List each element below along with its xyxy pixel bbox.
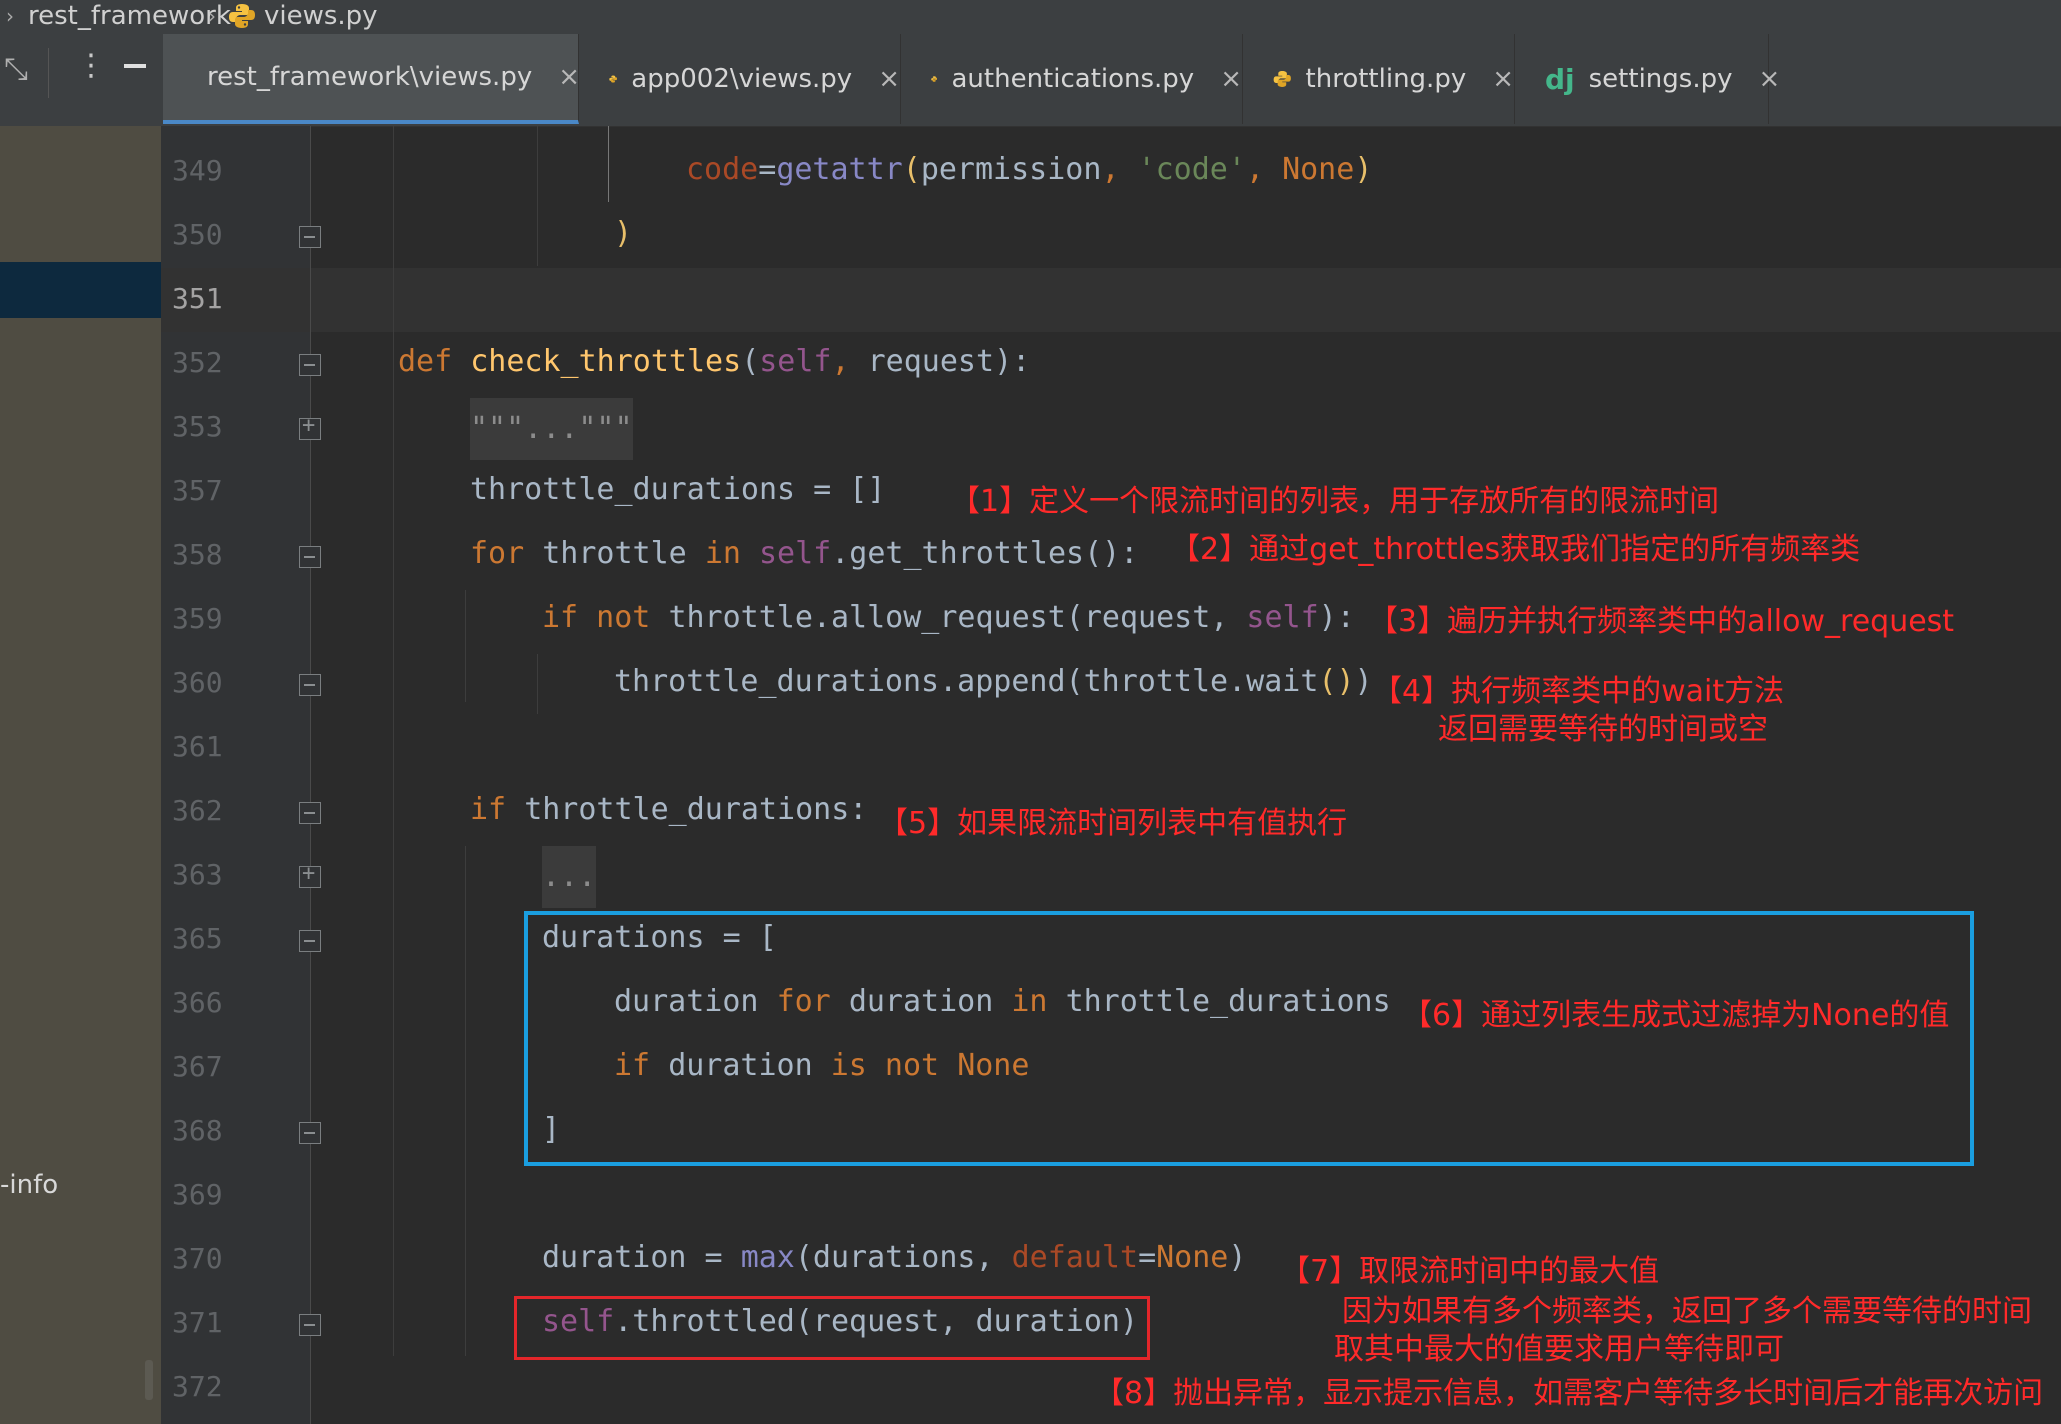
tab-rest-framework-views[interactable]: rest_framework\views.py ×	[163, 34, 580, 124]
annotation-2: 【2】通过get_throttles获取我们指定的所有频率类	[1170, 532, 1861, 567]
line-number[interactable]: 358	[172, 538, 242, 571]
line-number[interactable]: 367	[172, 1050, 242, 1083]
indent-guide	[465, 590, 466, 702]
fold-collapse-icon[interactable]	[299, 1314, 321, 1336]
line-number[interactable]: 351	[172, 282, 242, 315]
current-line-highlight	[161, 268, 2061, 332]
line-number[interactable]: 369	[172, 1178, 242, 1211]
breadcrumb-file[interactable]: views.py	[264, 0, 378, 32]
fold-expand-icon[interactable]	[299, 413, 321, 440]
tab-label: rest_framework\views.py	[207, 62, 533, 92]
collapse-icon[interactable]: ⤡	[4, 52, 28, 87]
code-line-359[interactable]: if not throttle.allow_request(request, s…	[542, 600, 1355, 635]
line-number[interactable]: 368	[172, 1114, 242, 1147]
indent-guide	[608, 126, 609, 202]
line-number[interactable]: 360	[172, 666, 242, 699]
toolbar-separator	[48, 48, 49, 98]
tab-app002-views[interactable]: app002\views.py ×	[579, 34, 901, 124]
annotation-4-line2: 返回需要等待的时间或空	[1438, 712, 1768, 747]
fold-collapse-icon[interactable]	[299, 802, 321, 824]
fold-collapse-icon[interactable]	[299, 546, 321, 568]
fold-guide-line	[310, 126, 311, 1424]
line-number[interactable]: 350	[172, 218, 242, 251]
project-panel	[0, 34, 161, 1424]
django-icon: dj	[1545, 62, 1575, 96]
minimize-icon[interactable]	[124, 64, 146, 68]
annotation-3: 【3】遍历并执行频率类中的allow_request	[1368, 604, 1955, 639]
python-icon	[931, 76, 938, 82]
line-number[interactable]: 365	[172, 922, 242, 955]
chevron-right-icon: ›	[6, 4, 14, 28]
panel-scrollbar[interactable]	[145, 1360, 153, 1400]
fold-expand-icon[interactable]	[299, 861, 321, 888]
code-line-357[interactable]: throttle_durations = []	[470, 472, 885, 507]
folded-docstring[interactable]: """..."""	[470, 398, 633, 460]
line-number[interactable]: 366	[172, 986, 242, 1019]
close-icon[interactable]: ×	[878, 64, 900, 94]
close-icon[interactable]: ×	[1758, 64, 1780, 94]
fold-collapse-icon[interactable]	[299, 930, 321, 952]
code-line-349[interactable]: code=getattr(permission, 'code', None)	[686, 152, 1372, 187]
annotation-7-line1: 【7】取限流时间中的最大值	[1280, 1254, 1660, 1289]
annotation-6: 【6】通过列表生成式过滤掉为None的值	[1402, 998, 1950, 1033]
breadcrumb: › rest_framework › views.py	[0, 0, 2061, 34]
close-icon[interactable]: ×	[558, 62, 580, 92]
fold-collapse-icon[interactable]	[299, 226, 321, 248]
project-panel-toolbar: ⤡ ⋮	[0, 34, 161, 126]
code-line-358[interactable]: for throttle in self.get_throttles():	[470, 536, 1138, 571]
close-icon[interactable]: ×	[1492, 64, 1514, 94]
line-number[interactable]: 371	[172, 1306, 242, 1339]
indent-guide	[465, 846, 466, 1356]
tab-authentications[interactable]: authentications.py ×	[901, 34, 1243, 124]
tab-label: app002\views.py	[631, 64, 853, 94]
code-line-360[interactable]: throttle_durations.append(throttle.wait(…	[614, 664, 1373, 699]
tab-settings[interactable]: dj settings.py ×	[1515, 34, 1780, 124]
line-number[interactable]: 370	[172, 1242, 242, 1275]
fold-collapse-icon[interactable]	[299, 1122, 321, 1144]
indent-guide	[393, 126, 394, 1356]
folded-block[interactable]: ...	[542, 846, 597, 908]
code-line-370[interactable]: duration = max(durations, default=None)	[542, 1240, 1246, 1275]
selected-tree-item[interactable]	[0, 262, 161, 318]
python-icon	[609, 75, 618, 83]
highlight-box-durations	[524, 911, 1974, 1166]
line-number[interactable]: 357	[172, 474, 242, 507]
tab-label: authentications.py	[951, 64, 1195, 94]
breadcrumb-folder[interactable]: rest_framework	[28, 0, 231, 32]
indent-guide	[537, 126, 538, 266]
close-icon[interactable]: ×	[1220, 64, 1242, 94]
fold-collapse-icon[interactable]	[299, 674, 321, 696]
line-number[interactable]: 363	[172, 858, 242, 891]
python-icon	[1273, 71, 1291, 87]
code-line-352[interactable]: def check_throttles(self, request):	[398, 344, 1030, 379]
annotation-7-line3: 取其中最大的值要求用户等待即可	[1334, 1332, 1784, 1367]
line-number[interactable]: 352	[172, 346, 242, 379]
tree-item-label[interactable]: -info	[0, 1170, 58, 1200]
tab-label: settings.py	[1588, 64, 1733, 94]
indent-guide	[537, 654, 538, 714]
more-options-icon[interactable]: ⋮	[76, 48, 106, 83]
code-line-362[interactable]: if throttle_durations:	[470, 792, 867, 827]
annotation-8: 【8】抛出异常，显示提示信息，如需客户等待多长时间后才能再次访问	[1094, 1376, 2044, 1411]
line-number[interactable]: 349	[172, 154, 242, 187]
line-number[interactable]: 362	[172, 794, 242, 827]
annotation-5: 【5】如果限流时间列表中有值执行	[878, 806, 1348, 841]
highlight-box-throttled	[514, 1296, 1150, 1360]
line-number[interactable]: 372	[172, 1370, 242, 1403]
line-number[interactable]: 353	[172, 410, 242, 443]
annotation-1: 【1】定义一个限流时间的列表，用于存放所有的限流时间	[950, 484, 1720, 519]
code-line-350[interactable]: )	[614, 216, 632, 251]
line-number[interactable]: 359	[172, 602, 242, 635]
tab-throttling[interactable]: throttling.py ×	[1243, 34, 1515, 124]
chevron-right-icon: ›	[208, 4, 216, 28]
line-number[interactable]: 361	[172, 730, 242, 763]
fold-collapse-icon[interactable]	[299, 354, 321, 376]
tab-label: throttling.py	[1305, 64, 1467, 94]
python-icon	[229, 4, 255, 28]
